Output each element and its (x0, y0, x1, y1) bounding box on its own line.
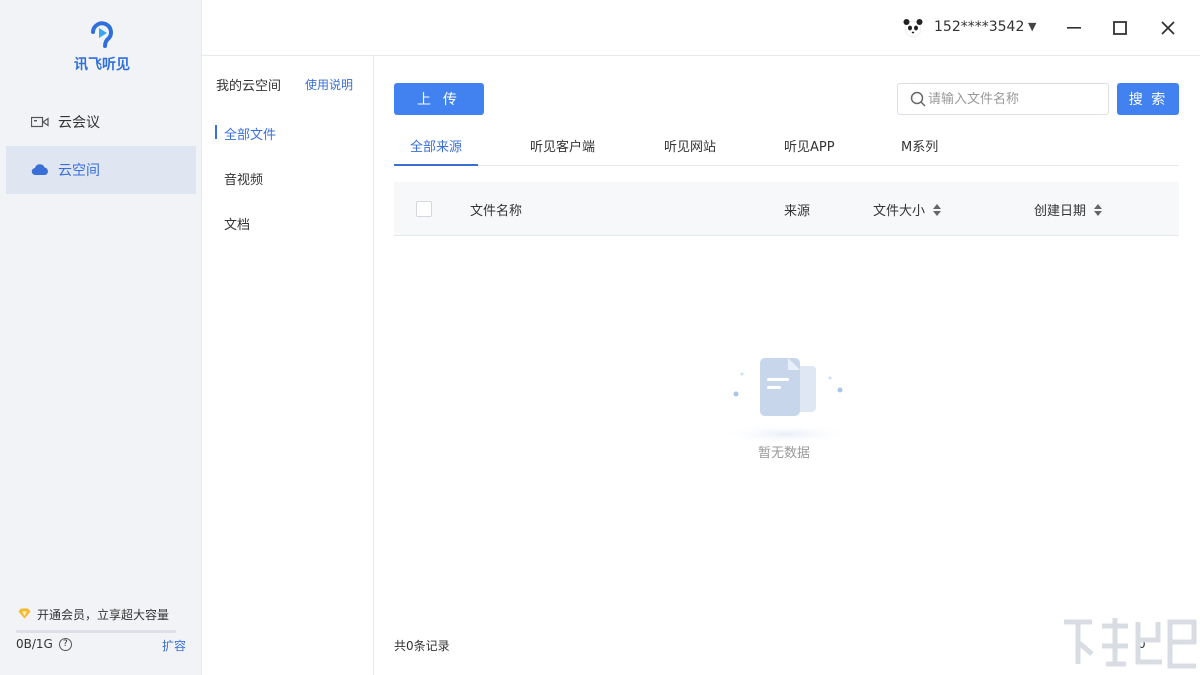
close-icon (1161, 21, 1175, 35)
storage-quota-value: 0B/1G (16, 637, 53, 651)
search-input[interactable] (928, 91, 1098, 107)
close-button[interactable] (1154, 14, 1182, 42)
select-all-checkbox[interactable] (416, 201, 432, 217)
column-file-size[interactable]: 文件大小 (873, 200, 942, 220)
column-created-date[interactable]: 创建日期 (1034, 200, 1103, 220)
nav-label-cloud-space: 云空间 (58, 163, 100, 179)
username[interactable]: 152****3542 (934, 19, 1024, 35)
ear-logo-icon (91, 21, 113, 48)
folder-item-all-files[interactable]: 全部文件 (224, 124, 276, 143)
nav-label-cloud-meeting: 云会议 (58, 115, 100, 131)
vip-promo[interactable]: 开通会员，立享超大容量 (18, 606, 169, 623)
tab-client[interactable]: 听见客户端 (530, 136, 595, 166)
column-file-name: 文件名称 (470, 204, 523, 219)
sort-icon[interactable] (1094, 203, 1103, 220)
maximize-icon (1113, 21, 1127, 35)
app-logo-text: 讯飞听见 (74, 57, 130, 73)
video-camera-icon (30, 114, 50, 130)
title-bar: 152****3542 ▼ (202, 0, 1200, 56)
expand-storage-link[interactable]: 扩容 (162, 637, 186, 654)
search-button[interactable]: 搜 索 (1117, 83, 1179, 115)
tab-all-sources[interactable]: 全部来源 (394, 136, 479, 166)
empty-documents-icon (718, 358, 854, 444)
app-logo: 讯飞听见 (70, 18, 134, 74)
site-watermark-logo (1058, 612, 1200, 672)
question-icon[interactable]: ? (58, 637, 72, 651)
sort-icon[interactable] (933, 203, 942, 220)
record-count: 共0条记录 (394, 639, 450, 653)
left-sidebar: 讯飞听见 云会议 云空间 开通会员，立享超大容量 0B/1G ? 扩容 (0, 0, 202, 675)
help-link[interactable]: 使用说明 (305, 76, 353, 93)
nav-item-cloud-meeting[interactable]: 云会议 (6, 98, 196, 146)
nav-item-cloud-space[interactable]: 云空间 (6, 146, 196, 194)
active-indicator (215, 125, 217, 139)
storage-quota-bar (16, 630, 176, 633)
minimize-icon (1067, 27, 1081, 29)
maximize-button[interactable] (1106, 14, 1134, 42)
tab-m-series[interactable]: M系列 (901, 136, 938, 166)
column-source: 来源 (784, 204, 811, 219)
panda-avatar-icon (903, 19, 923, 38)
avatar[interactable] (902, 17, 924, 39)
upload-button[interactable]: 上 传 (394, 83, 484, 115)
search-box[interactable] (897, 83, 1109, 115)
column-created-date-label: 创建日期 (1034, 204, 1087, 219)
tab-app[interactable]: 听见APP (784, 136, 835, 166)
cloud-space-panel: 我的云空间 使用说明 全部文件 音视频 文档 (202, 56, 374, 675)
caret-down-icon[interactable]: ▼ (1028, 20, 1036, 33)
folder-item-audio-video[interactable]: 音视频 (224, 169, 263, 188)
diamond-icon (18, 608, 31, 622)
search-icon (910, 91, 926, 107)
storage-quota: 0B/1G ? (16, 637, 72, 651)
cloud-icon (30, 162, 50, 178)
empty-state-text: 暂无数据 (758, 446, 811, 461)
source-tabs: 全部来源 听见客户端 听见网站 听见APP M系列 (394, 128, 1179, 166)
main-content: 上 传 搜 索 全部来源 听见客户端 听见网站 听见APP M系列 文件名称 来… (374, 56, 1200, 675)
folder-item-documents[interactable]: 文档 (224, 214, 250, 233)
cloud-panel-title: 我的云空间 (216, 79, 282, 94)
tab-website[interactable]: 听见网站 (664, 136, 716, 166)
column-file-size-label: 文件大小 (873, 204, 926, 219)
minimize-button[interactable] (1060, 14, 1088, 42)
table-header: 文件名称 来源 文件大小 创建日期 (394, 182, 1179, 236)
vip-promo-text: 开通会员，立享超大容量 (37, 608, 170, 622)
